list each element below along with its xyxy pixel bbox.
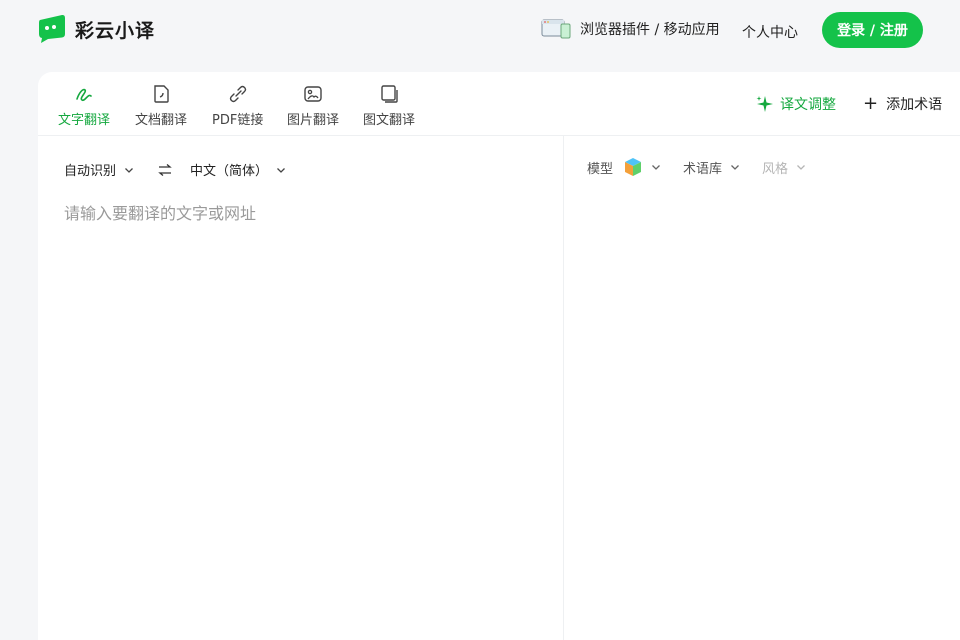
- link-icon: [229, 85, 246, 103]
- swap-languages-icon[interactable]: [158, 163, 172, 177]
- plus-icon: +: [863, 93, 879, 114]
- style-label: 风格: [762, 161, 789, 177]
- translator-panel: 文字翻译 文档翻译 PDF链接 图片翻译 图文翻译 译文调整 + 添加术语 自动…: [38, 72, 960, 640]
- app-name: 彩云小译: [75, 19, 156, 42]
- language-bar: 自动识别 中文（简体）: [64, 160, 286, 179]
- squiggle-icon: [76, 88, 92, 102]
- app-logo[interactable]: 彩云小译: [38, 14, 155, 44]
- logo-icon: [39, 14, 65, 43]
- target-language-label: 中文（简体）: [190, 164, 269, 179]
- model-cube-icon: [625, 158, 642, 176]
- chevron-down-icon: [652, 165, 660, 170]
- tab-pdf-link[interactable]: PDF链接: [212, 84, 263, 128]
- top-header: 彩云小译 浏览器插件 / 移动应用 个人中心 登录 / 注册: [0, 0, 960, 62]
- login-register-button[interactable]: 登录 / 注册: [822, 12, 923, 48]
- image-icon: [304, 86, 322, 102]
- tab-image-text-translate[interactable]: 图文翻译: [363, 84, 415, 128]
- chevron-down-icon: [731, 165, 739, 170]
- browser-plugin-icon: [541, 19, 571, 39]
- add-term-button[interactable]: + 添加术语: [863, 94, 942, 114]
- tab-image-translate[interactable]: 图片翻译: [287, 84, 339, 128]
- plugin-link[interactable]: 浏览器插件 / 移动应用: [541, 18, 720, 40]
- adjust-label: 译文调整: [780, 97, 836, 113]
- target-language-select[interactable]: 中文（简体）: [190, 160, 286, 179]
- tab-label: 图片翻译: [287, 113, 340, 128]
- glossary-label: 术语库: [683, 161, 723, 177]
- model-select[interactable]: 模型: [587, 157, 661, 177]
- sparkle-icon: [756, 96, 773, 112]
- tab-label: 文字翻译: [58, 113, 111, 128]
- mode-tabs: 文字翻译 文档翻译 PDF链接 图片翻译 图文翻译 译文调整 + 添加术语: [38, 72, 960, 136]
- chevron-down-icon: [277, 167, 285, 173]
- model-label: 模型: [587, 161, 614, 177]
- chevron-down-icon: [125, 167, 133, 173]
- source-language-select[interactable]: 自动识别: [64, 160, 134, 179]
- pages-icon: [381, 85, 398, 103]
- add-term-label: 添加术语: [886, 97, 943, 113]
- plugin-link-label: 浏览器插件 / 移动应用: [580, 22, 720, 38]
- adjust-translation-button[interactable]: 译文调整: [756, 94, 836, 114]
- chevron-down-icon: [797, 165, 806, 170]
- source-language-label: 自动识别: [64, 164, 117, 179]
- document-icon: [154, 85, 169, 103]
- style-select[interactable]: 风格: [762, 158, 806, 177]
- tab-label: 文档翻译: [135, 113, 188, 128]
- source-text-input[interactable]: [64, 200, 534, 630]
- tab-label: PDF链接: [212, 113, 264, 128]
- user-center-link[interactable]: 个人中心: [742, 22, 798, 42]
- glossary-select[interactable]: 术语库: [683, 158, 740, 177]
- pane-divider: [563, 136, 564, 640]
- tab-text-translate[interactable]: 文字翻译: [58, 84, 110, 128]
- tab-document-translate[interactable]: 文档翻译: [135, 84, 187, 128]
- output-options-bar: 模型 术语库 风格: [587, 157, 828, 177]
- tab-label: 图文翻译: [363, 113, 416, 128]
